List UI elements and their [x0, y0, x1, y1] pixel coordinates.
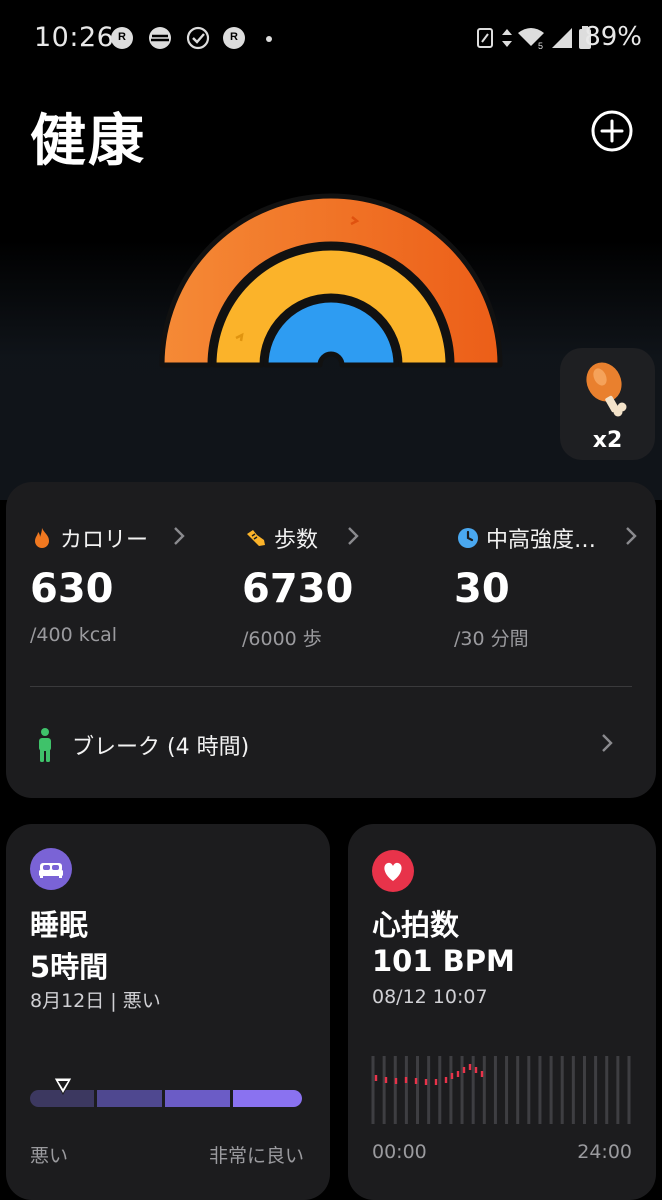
- nfc-icon: [477, 28, 493, 48]
- sleep-scale-left: 悪い: [30, 1145, 69, 1167]
- heart-rate-mark: [468, 1064, 472, 1070]
- heart-rate-mark: [384, 1077, 388, 1083]
- wifi-icon: 5: [518, 28, 544, 50]
- heart-rate-chart: [371, 1056, 631, 1124]
- steps-value: 6730: [242, 566, 354, 612]
- more-notifications-dot: [266, 36, 272, 42]
- battery-percent: 89%: [584, 22, 642, 52]
- heart-rate-mark: [374, 1075, 378, 1081]
- heart-rate-mark: [474, 1067, 478, 1073]
- heart-rate-mark: [424, 1079, 428, 1085]
- data-arrows-icon: [502, 29, 512, 47]
- heart-rate-mark: [414, 1078, 418, 1084]
- active-time-goal: /30 分間: [454, 628, 529, 650]
- sleep-title: 睡眠: [30, 908, 89, 942]
- heart-rate-mark: [434, 1079, 438, 1085]
- summary-divider: [30, 686, 632, 687]
- status-time: 10:26: [34, 22, 115, 53]
- sleep-date-quality: 8月12日 | 悪い: [30, 990, 161, 1012]
- calorie-value: 630: [30, 566, 114, 612]
- heart-rate-title: 心拍数: [372, 908, 460, 942]
- bed-icon: [30, 848, 72, 890]
- heart-rate-value: 101 BPM: [372, 944, 515, 978]
- sleep-scale-right: 非常に良い: [208, 1145, 304, 1167]
- reward-multiplier: x2: [592, 428, 623, 453]
- tracker-icon: [149, 27, 171, 49]
- page-title: 健康: [30, 109, 146, 174]
- activity-rings[interactable]: [150, 190, 512, 440]
- active-time-label: 中高強度…: [486, 528, 597, 553]
- check-icon: [186, 26, 210, 50]
- heart-rate-mark: [462, 1067, 466, 1073]
- rakuten-link-icon: R: [111, 27, 133, 49]
- heart-rate-mark: [450, 1073, 454, 1079]
- heart-rate-timestamp: 08/12 10:07: [372, 986, 488, 1008]
- steps-label: 歩数: [274, 528, 319, 553]
- chevron-right-icon: [348, 527, 359, 545]
- rakuten-link-icon: R: [223, 27, 245, 49]
- flame-icon: [35, 528, 49, 548]
- heart-axis-end: 24:00: [577, 1141, 632, 1163]
- break-reminder-label: ブレーク (4 時間): [72, 735, 250, 760]
- heart-rate-mark: [444, 1077, 448, 1083]
- heart-rate-mark: [480, 1071, 484, 1077]
- calorie-label: カロリー: [60, 528, 149, 553]
- plus-circle-icon[interactable]: [590, 109, 634, 153]
- shoe-icon: [247, 530, 265, 546]
- heart-icon: [372, 850, 414, 892]
- active-time-value: 30: [454, 566, 510, 612]
- drumstick-icon: [586, 362, 627, 417]
- svg-text:R: R: [118, 31, 126, 43]
- chevron-right-icon: [602, 734, 613, 752]
- sleep-duration: 5時間: [30, 950, 109, 984]
- sleep-quality-marker: [52, 1077, 73, 1096]
- person-standing-icon: [39, 728, 51, 762]
- calorie-goal: /400 kcal: [30, 624, 118, 646]
- svg-text:5: 5: [538, 41, 543, 50]
- steps-goal: /6000 歩: [242, 628, 322, 650]
- heart-rate-mark: [456, 1071, 460, 1077]
- clock-icon: [458, 528, 478, 548]
- break-reminder-row[interactable]: ブレーク (4 時間): [30, 716, 630, 768]
- chevron-right-icon: [626, 527, 637, 545]
- heart-axis-start: 00:00: [372, 1141, 427, 1163]
- heart-rate-mark: [394, 1078, 398, 1084]
- signal-icon: [552, 28, 572, 48]
- status-bar: 10:26 R R 5 89%: [0, 0, 662, 76]
- svg-text:R: R: [230, 31, 238, 43]
- chevron-right-icon: [174, 527, 185, 545]
- heart-rate-mark: [404, 1077, 408, 1083]
